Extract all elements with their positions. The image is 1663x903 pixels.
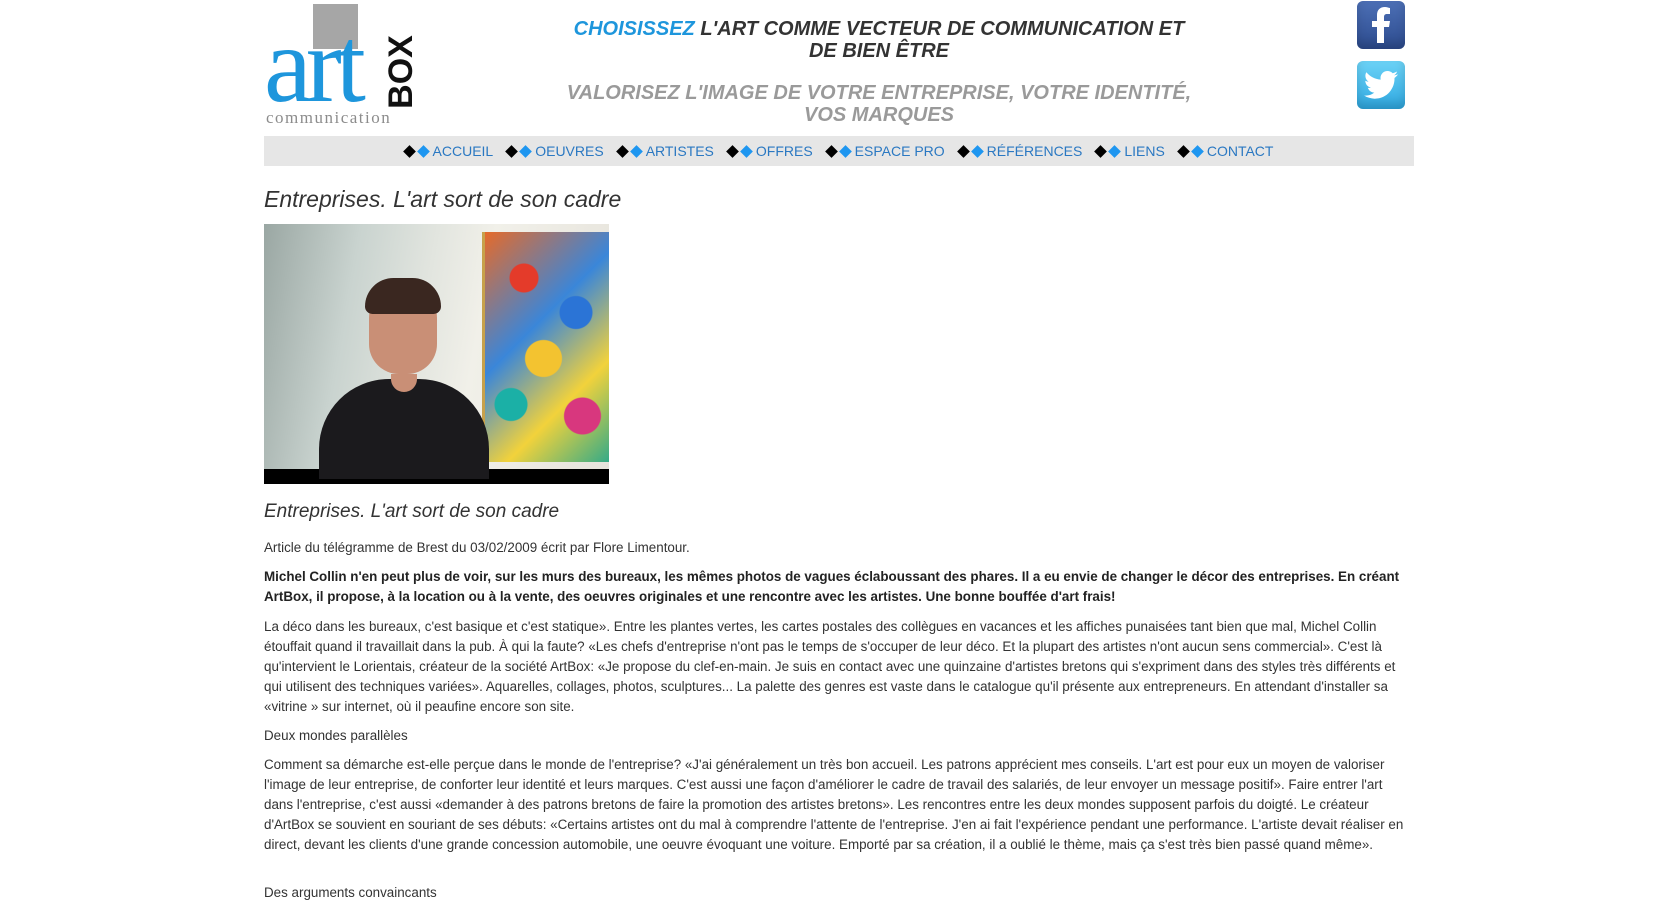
diamond-bullet-icon (615, 144, 643, 158)
article-paragraph: La déco dans les bureaux, c'est basique … (264, 619, 1396, 714)
article-subtitle: Entreprises. L'art sort de son cadre (264, 501, 560, 522)
nav-item-references[interactable]: RÉFÉRENCES (956, 143, 1083, 159)
logo-box-text: BOX (381, 35, 420, 109)
diamond-bullet-icon (505, 144, 533, 158)
page-container: art BOX communication CHOISISSEZ L'ART C… (264, 0, 1414, 900)
main-nav: ACCUEIL OEUVRES ARTISTES OFFRES ESPACE P… (264, 136, 1414, 166)
site-header: art BOX communication CHOISISSEZ L'ART C… (264, 0, 1414, 136)
logo-communication-text: communication (266, 108, 392, 127)
nav-label: LIENS (1124, 143, 1165, 159)
nav-label: ARTISTES (645, 143, 714, 159)
article-photo (264, 224, 609, 484)
diamond-bullet-icon (726, 144, 753, 158)
diamond-bullet-icon (956, 144, 984, 158)
facebook-icon (1370, 7, 1392, 43)
nav-item-oeuvres[interactable]: OEUVRES (505, 143, 604, 159)
nav-item-espace-pro[interactable]: ESPACE PRO (824, 143, 945, 159)
nav-item-accueil[interactable]: ACCUEIL (402, 143, 494, 159)
tagline-rest: L'ART COMME VECTEUR DE COMMUNICATION ET … (694, 18, 1185, 62)
nav-label: OEUVRES (535, 143, 604, 159)
header-subtagline: VALORISEZ L'IMAGE DE VOTRE ENTREPRISE, V… (566, 82, 1192, 126)
nav-item-offres[interactable]: OFFRES (726, 143, 813, 159)
photo-person (319, 278, 489, 479)
diamond-bullet-icon (402, 144, 430, 158)
facebook-button[interactable] (1357, 1, 1405, 49)
article-section-heading: Des arguments convaincants (264, 885, 437, 900)
logo-art-text: art (264, 6, 366, 125)
nav-label: RÉFÉRENCES (986, 143, 1083, 159)
nav-label: ACCUEIL (432, 143, 494, 159)
twitter-button[interactable] (1357, 61, 1405, 109)
nav-label: CONTACT (1206, 143, 1274, 159)
header-tagline: CHOISISSEZ L'ART COMME VECTEUR DE COMMUN… (564, 18, 1194, 62)
nav-item-artistes[interactable]: ARTISTES (615, 143, 714, 159)
article-section-heading: Deux mondes parallèles (264, 728, 408, 743)
photo-painting (482, 232, 609, 462)
twitter-icon (1364, 71, 1398, 99)
artbox-logo[interactable]: art BOX communication (264, 2, 429, 127)
tagline-highlight: CHOISISSEZ (573, 18, 695, 40)
diamond-bullet-icon (1094, 144, 1122, 158)
nav-item-liens[interactable]: LIENS (1094, 143, 1165, 159)
nav-item-contact[interactable]: CONTACT (1176, 143, 1274, 159)
article-paragraph: Comment sa démarche est-elle perçue dans… (264, 757, 1404, 852)
nav-label: OFFRES (755, 143, 813, 159)
article-lead: Michel Collin n'en peut plus de voir, su… (264, 569, 1400, 604)
diamond-bullet-icon (1176, 144, 1204, 158)
diamond-bullet-icon (824, 144, 852, 158)
page-title: Entreprises. L'art sort de son cadre (264, 186, 622, 212)
article-byline: Article du télégramme de Brest du 03/02/… (264, 540, 690, 555)
nav-label: ESPACE PRO (854, 143, 945, 159)
